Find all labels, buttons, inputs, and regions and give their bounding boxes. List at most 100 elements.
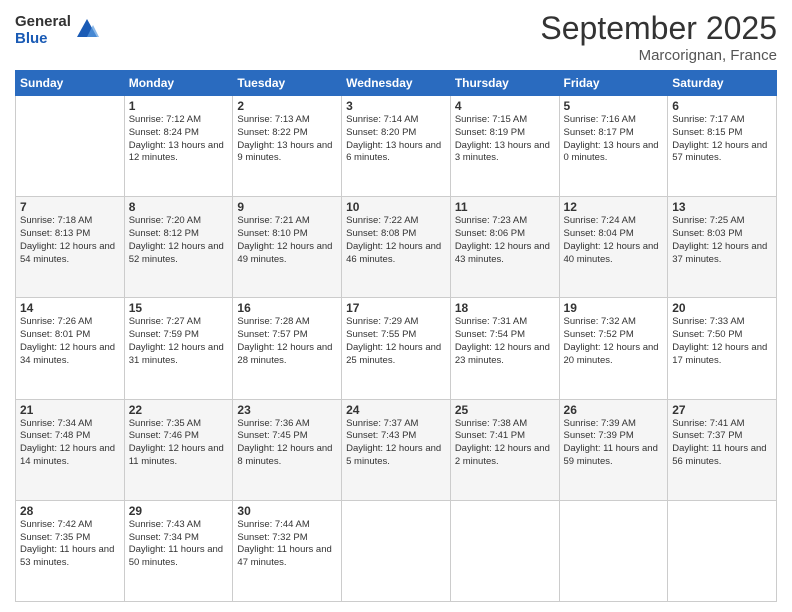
day-number: 4 xyxy=(455,99,555,113)
day-number: 25 xyxy=(455,403,555,417)
day-number: 16 xyxy=(237,301,337,315)
calendar-cell: 20Sunrise: 7:33 AMSunset: 7:50 PMDayligh… xyxy=(668,298,777,399)
day-number: 29 xyxy=(129,504,229,518)
weekday-monday: Monday xyxy=(124,71,233,96)
calendar-cell: 2Sunrise: 7:13 AMSunset: 8:22 PMDaylight… xyxy=(233,96,342,197)
day-info: Sunrise: 7:13 AMSunset: 8:22 PMDaylight:… xyxy=(237,114,337,165)
calendar-cell: 11Sunrise: 7:23 AMSunset: 8:06 PMDayligh… xyxy=(450,197,559,298)
day-number: 5 xyxy=(564,99,664,113)
day-info: Sunrise: 7:33 AMSunset: 7:50 PMDaylight:… xyxy=(672,316,772,367)
calendar-cell: 9Sunrise: 7:21 AMSunset: 8:10 PMDaylight… xyxy=(233,197,342,298)
calendar-cell xyxy=(450,500,559,601)
calendar-cell xyxy=(342,500,451,601)
day-number: 17 xyxy=(346,301,446,315)
calendar-cell: 14Sunrise: 7:26 AMSunset: 8:01 PMDayligh… xyxy=(16,298,125,399)
calendar-cell: 5Sunrise: 7:16 AMSunset: 8:17 PMDaylight… xyxy=(559,96,668,197)
day-number: 3 xyxy=(346,99,446,113)
day-info: Sunrise: 7:22 AMSunset: 8:08 PMDaylight:… xyxy=(346,215,446,266)
weekday-friday: Friday xyxy=(559,71,668,96)
calendar-cell: 22Sunrise: 7:35 AMSunset: 7:46 PMDayligh… xyxy=(124,399,233,500)
day-number: 27 xyxy=(672,403,772,417)
day-info: Sunrise: 7:15 AMSunset: 8:19 PMDaylight:… xyxy=(455,114,555,165)
day-info: Sunrise: 7:34 AMSunset: 7:48 PMDaylight:… xyxy=(20,418,120,469)
weekday-header-row: Sunday Monday Tuesday Wednesday Thursday… xyxy=(16,71,777,96)
logo-general: General xyxy=(15,14,71,31)
weekday-sunday: Sunday xyxy=(16,71,125,96)
day-number: 28 xyxy=(20,504,120,518)
day-info: Sunrise: 7:39 AMSunset: 7:39 PMDaylight:… xyxy=(564,418,664,469)
calendar-cell: 29Sunrise: 7:43 AMSunset: 7:34 PMDayligh… xyxy=(124,500,233,601)
day-number: 9 xyxy=(237,200,337,214)
day-info: Sunrise: 7:23 AMSunset: 8:06 PMDaylight:… xyxy=(455,215,555,266)
weekday-wednesday: Wednesday xyxy=(342,71,451,96)
weekday-tuesday: Tuesday xyxy=(233,71,342,96)
calendar-cell: 3Sunrise: 7:14 AMSunset: 8:20 PMDaylight… xyxy=(342,96,451,197)
day-info: Sunrise: 7:25 AMSunset: 8:03 PMDaylight:… xyxy=(672,215,772,266)
calendar-cell: 7Sunrise: 7:18 AMSunset: 8:13 PMDaylight… xyxy=(16,197,125,298)
day-number: 12 xyxy=(564,200,664,214)
calendar-week-row: 21Sunrise: 7:34 AMSunset: 7:48 PMDayligh… xyxy=(16,399,777,500)
day-info: Sunrise: 7:16 AMSunset: 8:17 PMDaylight:… xyxy=(564,114,664,165)
day-number: 1 xyxy=(129,99,229,113)
calendar-cell: 18Sunrise: 7:31 AMSunset: 7:54 PMDayligh… xyxy=(450,298,559,399)
calendar-cell: 4Sunrise: 7:15 AMSunset: 8:19 PMDaylight… xyxy=(450,96,559,197)
day-info: Sunrise: 7:17 AMSunset: 8:15 PMDaylight:… xyxy=(672,114,772,165)
weekday-thursday: Thursday xyxy=(450,71,559,96)
day-number: 10 xyxy=(346,200,446,214)
logo: General Blue xyxy=(15,14,101,47)
day-number: 2 xyxy=(237,99,337,113)
day-number: 22 xyxy=(129,403,229,417)
calendar-cell: 30Sunrise: 7:44 AMSunset: 7:32 PMDayligh… xyxy=(233,500,342,601)
calendar-cell: 26Sunrise: 7:39 AMSunset: 7:39 PMDayligh… xyxy=(559,399,668,500)
day-info: Sunrise: 7:42 AMSunset: 7:35 PMDaylight:… xyxy=(20,519,120,570)
calendar-cell: 12Sunrise: 7:24 AMSunset: 8:04 PMDayligh… xyxy=(559,197,668,298)
day-number: 7 xyxy=(20,200,120,214)
day-info: Sunrise: 7:20 AMSunset: 8:12 PMDaylight:… xyxy=(129,215,229,266)
day-number: 8 xyxy=(129,200,229,214)
calendar-cell xyxy=(559,500,668,601)
day-info: Sunrise: 7:28 AMSunset: 7:57 PMDaylight:… xyxy=(237,316,337,367)
calendar-cell: 24Sunrise: 7:37 AMSunset: 7:43 PMDayligh… xyxy=(342,399,451,500)
logo-icon xyxy=(73,15,101,43)
calendar-cell: 15Sunrise: 7:27 AMSunset: 7:59 PMDayligh… xyxy=(124,298,233,399)
header: General Blue September 2025 Marcorignan,… xyxy=(15,10,777,64)
day-number: 24 xyxy=(346,403,446,417)
day-info: Sunrise: 7:24 AMSunset: 8:04 PMDaylight:… xyxy=(564,215,664,266)
calendar-cell: 13Sunrise: 7:25 AMSunset: 8:03 PMDayligh… xyxy=(668,197,777,298)
weekday-saturday: Saturday xyxy=(668,71,777,96)
calendar-cell: 19Sunrise: 7:32 AMSunset: 7:52 PMDayligh… xyxy=(559,298,668,399)
day-info: Sunrise: 7:43 AMSunset: 7:34 PMDaylight:… xyxy=(129,519,229,570)
calendar-cell xyxy=(668,500,777,601)
calendar-cell: 1Sunrise: 7:12 AMSunset: 8:24 PMDaylight… xyxy=(124,96,233,197)
day-info: Sunrise: 7:27 AMSunset: 7:59 PMDaylight:… xyxy=(129,316,229,367)
calendar-cell: 27Sunrise: 7:41 AMSunset: 7:37 PMDayligh… xyxy=(668,399,777,500)
day-info: Sunrise: 7:12 AMSunset: 8:24 PMDaylight:… xyxy=(129,114,229,165)
day-number: 11 xyxy=(455,200,555,214)
calendar-week-row: 14Sunrise: 7:26 AMSunset: 8:01 PMDayligh… xyxy=(16,298,777,399)
calendar-cell: 10Sunrise: 7:22 AMSunset: 8:08 PMDayligh… xyxy=(342,197,451,298)
day-number: 6 xyxy=(672,99,772,113)
day-number: 19 xyxy=(564,301,664,315)
day-info: Sunrise: 7:38 AMSunset: 7:41 PMDaylight:… xyxy=(455,418,555,469)
calendar-cell: 23Sunrise: 7:36 AMSunset: 7:45 PMDayligh… xyxy=(233,399,342,500)
day-number: 15 xyxy=(129,301,229,315)
calendar-cell xyxy=(16,96,125,197)
day-number: 23 xyxy=(237,403,337,417)
day-number: 30 xyxy=(237,504,337,518)
title-block: September 2025 Marcorignan, France xyxy=(540,10,777,64)
day-number: 26 xyxy=(564,403,664,417)
page: General Blue September 2025 Marcorignan,… xyxy=(0,0,792,612)
day-number: 20 xyxy=(672,301,772,315)
calendar-cell: 28Sunrise: 7:42 AMSunset: 7:35 PMDayligh… xyxy=(16,500,125,601)
calendar-cell: 16Sunrise: 7:28 AMSunset: 7:57 PMDayligh… xyxy=(233,298,342,399)
day-info: Sunrise: 7:41 AMSunset: 7:37 PMDaylight:… xyxy=(672,418,772,469)
calendar-table: Sunday Monday Tuesday Wednesday Thursday… xyxy=(15,70,777,602)
day-info: Sunrise: 7:32 AMSunset: 7:52 PMDaylight:… xyxy=(564,316,664,367)
day-info: Sunrise: 7:35 AMSunset: 7:46 PMDaylight:… xyxy=(129,418,229,469)
day-number: 14 xyxy=(20,301,120,315)
calendar-cell: 8Sunrise: 7:20 AMSunset: 8:12 PMDaylight… xyxy=(124,197,233,298)
day-info: Sunrise: 7:36 AMSunset: 7:45 PMDaylight:… xyxy=(237,418,337,469)
logo-text: General Blue xyxy=(15,14,71,47)
day-info: Sunrise: 7:21 AMSunset: 8:10 PMDaylight:… xyxy=(237,215,337,266)
day-info: Sunrise: 7:26 AMSunset: 8:01 PMDaylight:… xyxy=(20,316,120,367)
